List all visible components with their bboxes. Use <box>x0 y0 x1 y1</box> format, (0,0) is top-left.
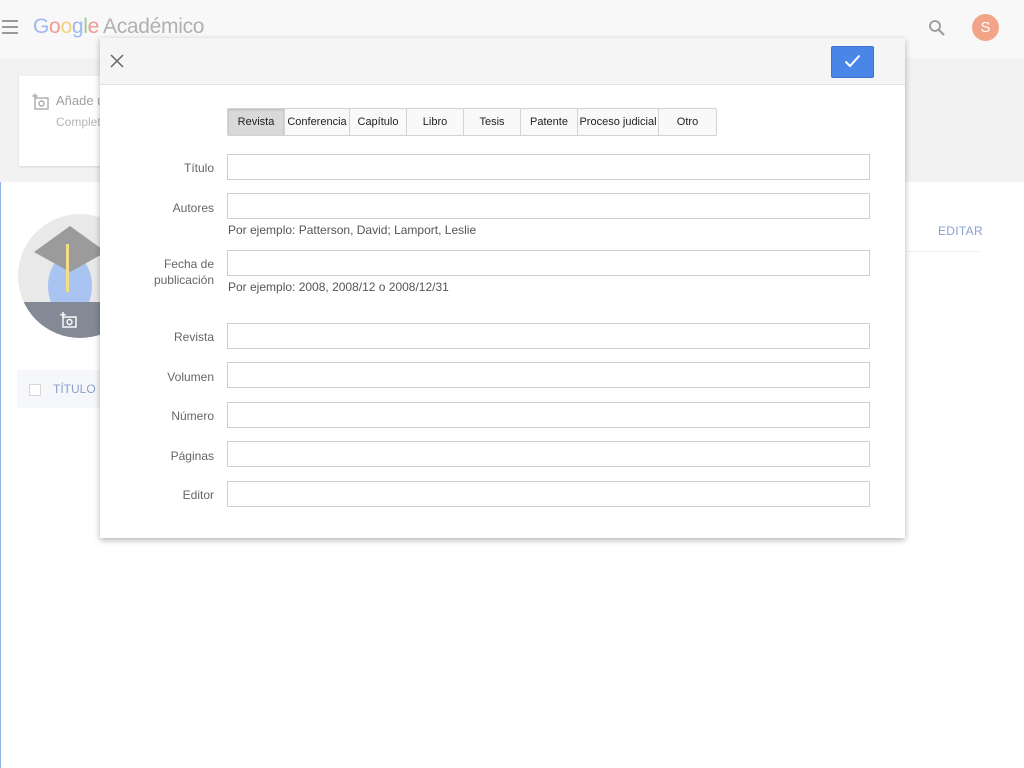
publisher-input[interactable] <box>227 481 870 507</box>
journal-label: Revista <box>173 330 214 344</box>
tab-conferencia[interactable]: Conferencia <box>285 109 350 135</box>
publisher-label: Editor <box>182 488 214 502</box>
logo-letter: o <box>60 15 72 38</box>
tab-proceso-judicial[interactable]: Proceso judicial <box>578 109 659 135</box>
graduation-cap-icon <box>34 226 106 252</box>
add-photo-icon <box>32 93 49 110</box>
tab-libro[interactable]: Libro <box>407 109 464 135</box>
pages-input[interactable] <box>227 441 870 467</box>
authors-hint: Por ejemplo: Patterson, David; Lamport, … <box>228 223 477 237</box>
title-column-header[interactable]: TÍTULO <box>53 382 96 396</box>
save-button[interactable] <box>831 46 874 78</box>
pub-date-label-line1: Fecha de <box>163 257 214 271</box>
tab-revista[interactable]: Revista <box>228 109 285 135</box>
tab-tesis[interactable]: Tesis <box>464 109 521 135</box>
logo-letter: o <box>49 15 61 38</box>
issue-input[interactable] <box>227 402 870 428</box>
tab-patente[interactable]: Patente <box>521 109 578 135</box>
checkmark-icon <box>844 54 861 68</box>
journal-input[interactable] <box>227 323 870 349</box>
close-icon[interactable] <box>108 52 126 70</box>
add-article-dialog: Revista Conferencia Capítulo Libro Tesis… <box>100 38 905 538</box>
tab-capitulo[interactable]: Capítulo <box>350 109 407 135</box>
title-label: Título <box>183 161 214 175</box>
authors-label: Autores <box>172 201 214 215</box>
user-avatar[interactable]: S <box>972 14 999 41</box>
authors-input[interactable] <box>227 193 870 219</box>
pub-date-hint: Por ejemplo: 2008, 2008/12 o 2008/12/31 <box>228 280 449 294</box>
edit-link[interactable]: EDITAR <box>938 224 983 238</box>
volume-label: Volumen <box>167 370 214 384</box>
pages-label: Páginas <box>170 449 214 463</box>
dialog-header <box>100 38 905 85</box>
google-scholar-logo[interactable]: Google Académico <box>33 15 204 39</box>
hamburger-menu-icon[interactable] <box>2 20 18 34</box>
cap-tassel <box>66 244 69 292</box>
title-input[interactable] <box>227 154 870 180</box>
logo-letter: e <box>87 15 100 38</box>
publication-type-tabs: Revista Conferencia Capítulo Libro Tesis… <box>227 108 717 136</box>
divider <box>906 251 980 252</box>
camera-add-icon <box>60 312 77 328</box>
issue-label: Número <box>171 409 214 423</box>
add-card-title: Añade u <box>56 93 105 108</box>
graduation-cap-lower <box>34 252 106 272</box>
select-all-checkbox[interactable] <box>29 384 41 396</box>
logo-letter: g <box>71 15 84 38</box>
logo-letter: G <box>33 15 50 38</box>
search-icon[interactable] <box>928 19 946 37</box>
volume-input[interactable] <box>227 362 870 388</box>
product-name: Académico <box>102 15 205 38</box>
pub-date-input[interactable] <box>227 250 870 276</box>
table-header-row: TÍTULO <box>17 370 107 408</box>
tab-otro[interactable]: Otro <box>659 109 716 135</box>
pub-date-label-line2: publicación <box>153 273 214 287</box>
